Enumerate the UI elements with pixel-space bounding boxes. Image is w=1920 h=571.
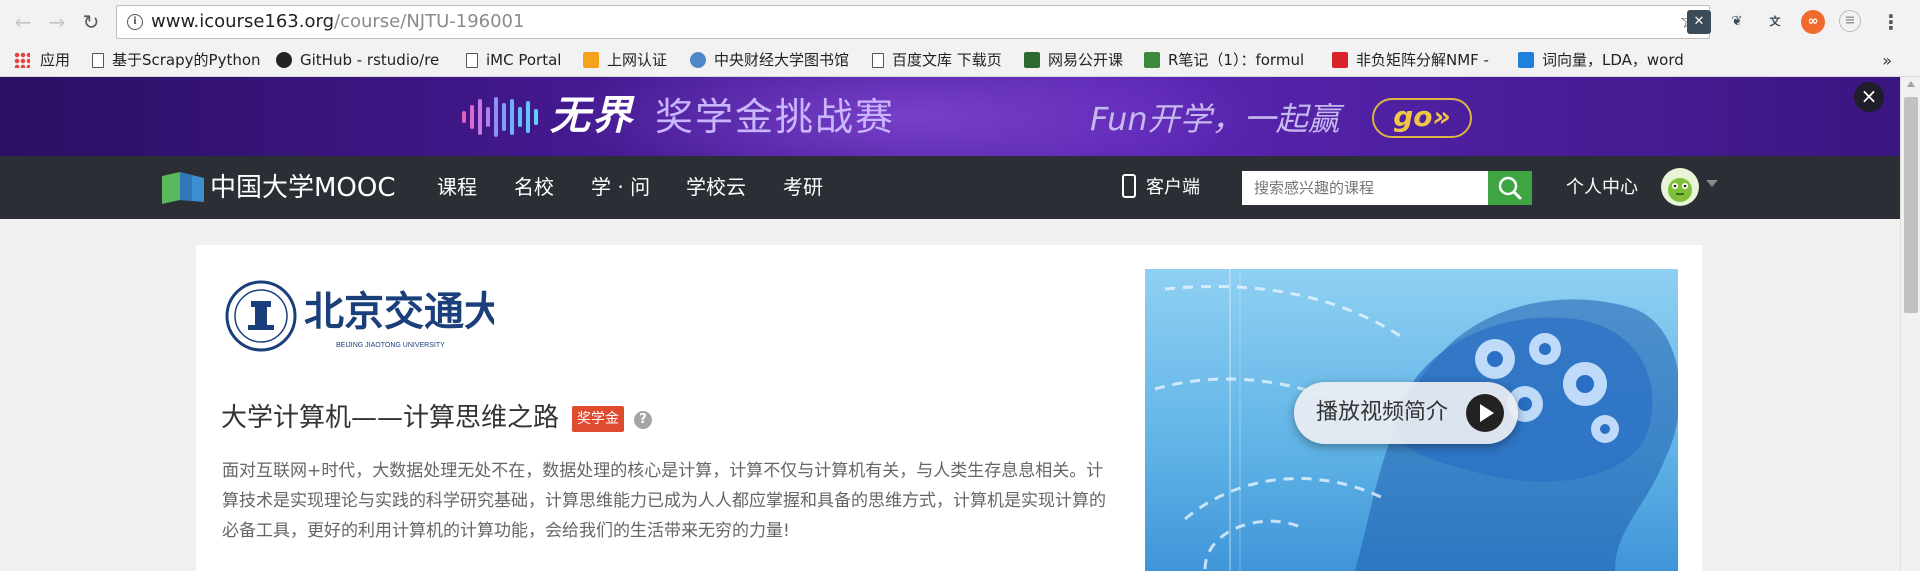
bookmark-wenku[interactable]: 百度文库 下载页 xyxy=(872,44,1012,77)
bookmark-label: 中央财经大学图书馆 xyxy=(714,51,850,69)
site-header: 中国大学MOOC 课程 名校 学 · 问 学校云 考研 客户端 个人中心 xyxy=(0,156,1900,219)
university-name-en: BEIJING JIAOTONG UNIVERSITY xyxy=(336,342,445,349)
user-center-link[interactable]: 个人中心 xyxy=(1566,156,1638,219)
browser-toolbar: ← → ↻ i www.icourse163.org/course/NJTU-1… xyxy=(0,0,1920,44)
page-icon xyxy=(872,53,884,68)
scholarship-badge[interactable]: 奖学金 xyxy=(572,406,624,432)
bookmark-apps[interactable]: 应用 xyxy=(14,44,84,77)
mooc-logo-icon xyxy=(162,172,204,204)
bookmark-label: R笔记（1）：formul xyxy=(1168,51,1305,69)
page-scrollbar[interactable] xyxy=(1900,77,1920,571)
infinity-extension-icon[interactable]: ∞ xyxy=(1801,10,1825,34)
play-video-label: 播放视频简介 xyxy=(1316,400,1449,425)
search-button[interactable] xyxy=(1488,171,1532,205)
banner-title-sub: 奖学金挑战赛 xyxy=(655,95,896,139)
url-path: /course/NJTU-196001 xyxy=(334,11,525,32)
evernote-icon[interactable]: ❦ xyxy=(1725,10,1749,34)
help-icon[interactable]: ? xyxy=(634,411,652,429)
bookmark-word-vector[interactable]: 词向量，LDA，word xyxy=(1518,44,1690,77)
bookmark-label: 应用 xyxy=(40,51,71,69)
banner-title-main: 无界 xyxy=(550,93,634,139)
logo-text: 中国大学MOOC xyxy=(210,173,396,203)
promo-banner[interactable]: 无界 奖学金挑战赛 Fun开学，一起赢 go» xyxy=(0,77,1900,156)
forward-icon[interactable]: → xyxy=(46,11,68,33)
play-triangle xyxy=(1480,404,1494,422)
extension-x-icon[interactable]: ✕ xyxy=(1687,10,1711,34)
bookmark-label: 上网认证 xyxy=(607,51,668,69)
nav-courses[interactable]: 课程 xyxy=(437,156,477,219)
phone-icon xyxy=(1122,174,1136,198)
bookmark-github[interactable]: GitHub - rstudio/re xyxy=(276,44,444,77)
nav-xuewen[interactable]: 学 · 问 xyxy=(591,156,650,219)
nav-school-cloud[interactable]: 学校云 xyxy=(686,156,746,219)
bookmark-r-notes[interactable]: R笔记（1）：formul xyxy=(1144,44,1320,77)
course-title: 大学计算机——计算思维之路 xyxy=(221,403,560,433)
soundwave-icon xyxy=(462,97,538,137)
netease-open-icon xyxy=(1024,52,1040,68)
bookmarks-bar: 应用 基于Scrapy的Python GitHub - rstudio/re i… xyxy=(0,44,1920,77)
apps-icon xyxy=(14,52,30,68)
bookmark-library[interactable]: 中央财经大学图书馆 xyxy=(690,44,860,77)
course-description: 面对互联网+时代，大数据处理无处不在，数据处理的核心是计算，计算不仅与计算机有关… xyxy=(222,461,1106,541)
chevron-down-icon[interactable] xyxy=(1706,180,1718,187)
zhihu-icon xyxy=(1518,52,1534,68)
nav-schools[interactable]: 名校 xyxy=(514,156,554,219)
library-icon xyxy=(690,52,706,68)
ep-icon xyxy=(583,52,599,68)
reader-extension-icon[interactable]: ≡ xyxy=(1839,10,1861,32)
bookmark-netease-open[interactable]: 网易公开课 xyxy=(1024,44,1140,77)
page-icon xyxy=(92,53,104,68)
play-icon xyxy=(1466,394,1504,432)
play-video-button[interactable]: 播放视频简介 xyxy=(1294,382,1518,444)
bookmarks-overflow-button[interactable]: » xyxy=(1882,44,1892,77)
bookmark-nmf[interactable]: 非负矩阵分解NMF - xyxy=(1332,44,1502,77)
nav-kaoyan[interactable]: 考研 xyxy=(783,156,823,219)
url-text[interactable]: www.icourse163.org/course/NJTU-196001 xyxy=(151,6,524,38)
avatar-image xyxy=(1668,178,1692,202)
back-icon[interactable]: ← xyxy=(12,11,34,33)
github-icon xyxy=(276,52,292,68)
info-icon[interactable]: i xyxy=(127,14,143,30)
search-input[interactable] xyxy=(1242,171,1488,205)
search-icon xyxy=(1498,176,1522,200)
url-host: www.icourse163.org xyxy=(151,11,335,32)
bookmark-scrapy[interactable]: 基于Scrapy的Python xyxy=(92,44,260,77)
screen: ← → ↻ i www.icourse163.org/course/NJTU-1… xyxy=(0,0,1920,571)
reload-icon[interactable]: ↻ xyxy=(80,11,102,33)
r-notes-icon xyxy=(1144,52,1160,68)
scroll-thumb[interactable] xyxy=(1904,97,1918,313)
scroll-up-icon[interactable] xyxy=(1907,81,1915,87)
bookmark-label: GitHub - rstudio/re xyxy=(300,51,440,69)
bookmark-label: 网易公开课 xyxy=(1048,51,1124,69)
bookmark-imc-portal[interactable]: iMC Portal xyxy=(466,44,572,77)
client-download-link[interactable]: 客户端 xyxy=(1122,156,1200,219)
banner-close-icon[interactable]: × xyxy=(1854,82,1884,112)
menu-kebab-icon[interactable]: ⋮ xyxy=(1879,10,1903,34)
bookmark-label: 非负矩阵分解NMF - xyxy=(1356,51,1489,69)
bookmark-label: iMC Portal xyxy=(486,51,562,69)
address-bar[interactable]: i www.icourse163.org/course/NJTU-196001 … xyxy=(116,5,1710,39)
university-logo[interactable]: 北京交通大學 BEIJING JIAOTONG UNIVERSITY xyxy=(224,279,494,353)
bookmark-label: 百度文库 下载页 xyxy=(892,51,1002,69)
university-name-cn: 北京交通大學 xyxy=(304,289,494,334)
banner-slogan: Fun开学，一起赢 xyxy=(1090,100,1340,138)
bookmark-label: 基于Scrapy的Python xyxy=(112,51,260,69)
banner-go-button[interactable]: go» xyxy=(1372,98,1472,138)
c-icon xyxy=(1332,52,1348,68)
translate-icon[interactable]: 文 xyxy=(1763,10,1787,34)
bookmark-login[interactable]: 上网认证 xyxy=(583,44,683,77)
avatar[interactable] xyxy=(1661,168,1699,206)
client-label: 客户端 xyxy=(1146,177,1200,198)
page-icon xyxy=(466,53,478,68)
bookmark-label: 词向量，LDA，word xyxy=(1542,51,1684,69)
